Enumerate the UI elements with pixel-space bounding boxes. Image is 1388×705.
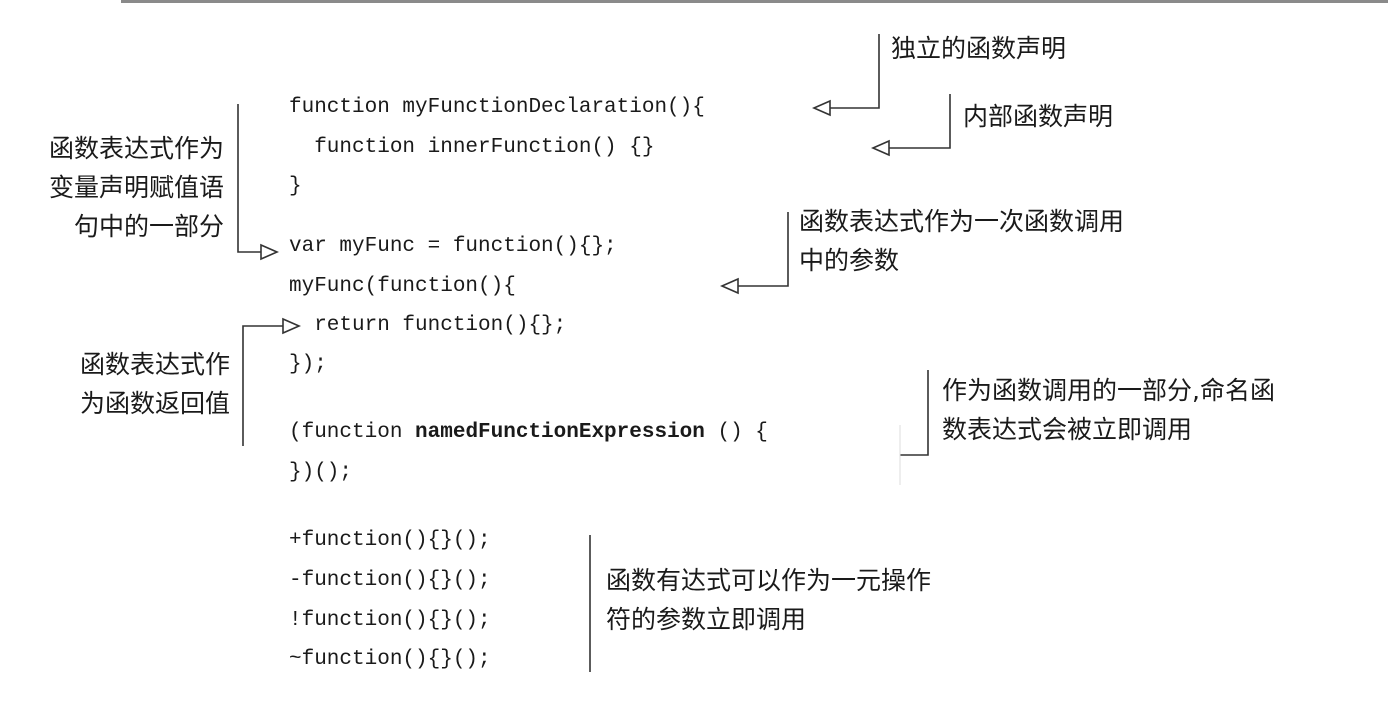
annotation-unary-operator: 函数有达式可以作为一元操作 符的参数立即调用 (606, 566, 932, 634)
code-line-return: return function(){}; (289, 314, 567, 337)
code-line-iife-close: })(); (289, 461, 353, 484)
arrowhead-call-argument (720, 277, 739, 295)
arrowhead-standalone-decl (812, 99, 831, 117)
arrowhead-var-assign (260, 243, 279, 261)
arrow-return-value (242, 325, 284, 446)
arrowhead-inner-decl (871, 139, 890, 157)
code-line-iife-open: (function namedFunctionExpression () { (289, 421, 768, 445)
code-line-unary-tilde: ~function(){}(); (289, 648, 491, 671)
annotation-call-argument: 函数表达式作为一次函数调用 中的参数 (799, 207, 1125, 275)
iife-keyword: (function (289, 421, 416, 444)
arrow-call-argument (738, 212, 789, 287)
annotation-standalone-decl: 独立的函数声明 (891, 34, 1067, 63)
code-line-declaration: function myFunctionDeclaration(){ (289, 96, 705, 119)
code-line-unary-plus: +function(){}(); (289, 529, 491, 552)
code-line-inner-function: function innerFunction() {} (289, 136, 655, 159)
arrow-standalone-decl (830, 34, 880, 109)
code-line-call-close: }); (289, 353, 327, 376)
annotation-named-iife: 作为函数调用的一部分,命名函 数表达式会被立即调用 (942, 376, 1275, 444)
annotation-return-value: 函数表达式作 为函数返回值 (79, 350, 230, 418)
code-line-unary-minus: -function(){}(); (289, 569, 491, 592)
code-line-call: myFunc(function(){ (289, 275, 516, 298)
annotation-var-assign: 函数表达式作为 变量声明赋值语 句中的一部分 (48, 134, 224, 241)
iife-function-name: namedFunctionExpression (415, 421, 705, 444)
annotation-inner-decl: 内部函数声明 (963, 102, 1114, 131)
iife-params: () { (704, 421, 768, 444)
code-line-decl-close: } (289, 175, 302, 198)
arrow-var-assign (237, 104, 262, 253)
line-named-iife (900, 370, 929, 456)
code-line-var-assign: var myFunc = function(){}; (289, 235, 617, 258)
code-line-unary-not: !function(){}(); (289, 609, 491, 632)
arrow-inner-decl (889, 94, 951, 149)
